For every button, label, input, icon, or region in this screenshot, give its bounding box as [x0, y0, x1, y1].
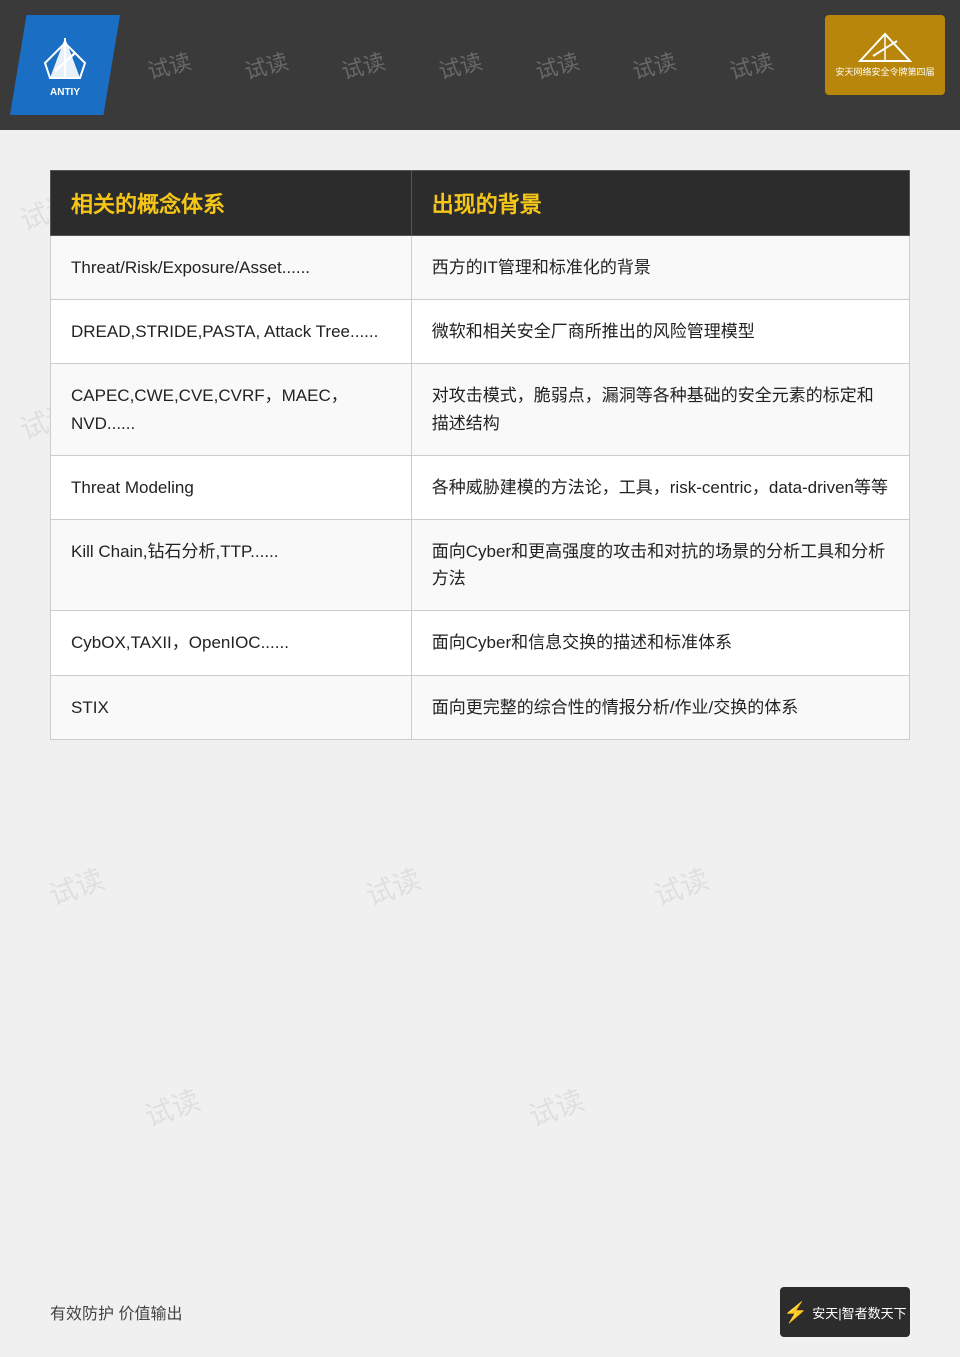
table-cell-left: STIX	[51, 675, 412, 739]
table-cell-left: Threat/Risk/Exposure/Asset......	[51, 236, 412, 300]
table-cell-right: 微软和相关安全厂商所推出的风险管理模型	[411, 300, 909, 364]
body-wm-11: 试读	[43, 858, 109, 915]
table-cell-left: CybOX,TAXII，OpenIOC......	[51, 611, 412, 675]
header-watermark-7: 试读	[726, 44, 777, 86]
main-content: 相关的概念体系 出现的背景 Threat/Risk/Exposure/Asset…	[0, 130, 960, 760]
logo: ANTIY	[10, 15, 120, 115]
footer-right: ⚡ 安天|智者数天下	[780, 1287, 910, 1337]
header-watermarks: 试读 试读 试读 试读 试读 试读 试读	[0, 0, 960, 130]
table-cell-right: 对攻击模式，脆弱点，漏洞等各种基础的安全元素的标定和描述结构	[411, 364, 909, 455]
logo-icon	[40, 33, 90, 83]
lightning-icon: ⚡	[783, 1300, 808, 1325]
col1-header: 相关的概念体系	[51, 171, 412, 236]
table-cell-right: 面向Cyber和信息交换的描述和标准体系	[411, 611, 909, 675]
table-row: DREAD,STRIDE,PASTA, Attack Tree......微软和…	[51, 300, 910, 364]
header-watermark-4: 试读	[435, 44, 486, 86]
header-watermark-1: 试读	[143, 44, 194, 86]
footer-left-text: 有效防护 价值输出	[50, 1300, 182, 1324]
header-watermark-3: 试读	[337, 44, 388, 86]
body-wm-13: 试读	[648, 858, 714, 915]
table-cell-right: 面向更完整的综合性的情报分析/作业/交换的体系	[411, 675, 909, 739]
col2-header: 出现的背景	[411, 171, 909, 236]
body-wm-14: 试读	[139, 1079, 205, 1136]
brand-badge: 安天网络安全令牌第四届	[825, 15, 945, 95]
body-wm-12: 试读	[360, 858, 426, 915]
table-row: Threat Modeling各种威胁建模的方法论，工具，risk-centri…	[51, 455, 910, 519]
footer-logo-text: 安天|智者数天下	[812, 1303, 906, 1322]
table-row: CAPEC,CWE,CVE,CVRF，MAEC，NVD......对攻击模式，脆…	[51, 364, 910, 455]
table-cell-right: 各种威胁建模的方法论，工具，risk-centric，data-driven等等	[411, 455, 909, 519]
brand-badge-text: 安天网络安全令牌第四届	[835, 66, 934, 79]
header-watermark-6: 试读	[629, 44, 680, 86]
table-cell-left: Kill Chain,钻石分析,TTP......	[51, 519, 412, 610]
table-row: STIX面向更完整的综合性的情报分析/作业/交换的体系	[51, 675, 910, 739]
header: ANTIY 试读 试读 试读 试读 试读 试读 试读 安天网络安全令牌第四届	[0, 0, 960, 130]
brand-icon	[855, 31, 915, 66]
table-row: Threat/Risk/Exposure/Asset......西方的IT管理和…	[51, 236, 910, 300]
table-cell-left: Threat Modeling	[51, 455, 412, 519]
header-watermark-5: 试读	[532, 44, 583, 86]
logo-label: ANTIY	[50, 87, 80, 98]
concept-table: 相关的概念体系 出现的背景 Threat/Risk/Exposure/Asset…	[50, 170, 910, 740]
table-cell-right: 面向Cyber和更高强度的攻击和对抗的场景的分析工具和分析方法	[411, 519, 909, 610]
footer-logo: ⚡ 安天|智者数天下	[780, 1287, 910, 1337]
footer: 有效防护 价值输出 ⚡ 安天|智者数天下	[0, 1287, 960, 1337]
table-row: CybOX,TAXII，OpenIOC......面向Cyber和信息交换的描述…	[51, 611, 910, 675]
table-cell-right: 西方的IT管理和标准化的背景	[411, 236, 909, 300]
table-cell-left: DREAD,STRIDE,PASTA, Attack Tree......	[51, 300, 412, 364]
table-row: Kill Chain,钻石分析,TTP......面向Cyber和更高强度的攻击…	[51, 519, 910, 610]
header-watermark-2: 试读	[240, 44, 291, 86]
table-header-row: 相关的概念体系 出现的背景	[51, 171, 910, 236]
table-cell-left: CAPEC,CWE,CVE,CVRF，MAEC，NVD......	[51, 364, 412, 455]
body-wm-15: 试读	[523, 1079, 589, 1136]
